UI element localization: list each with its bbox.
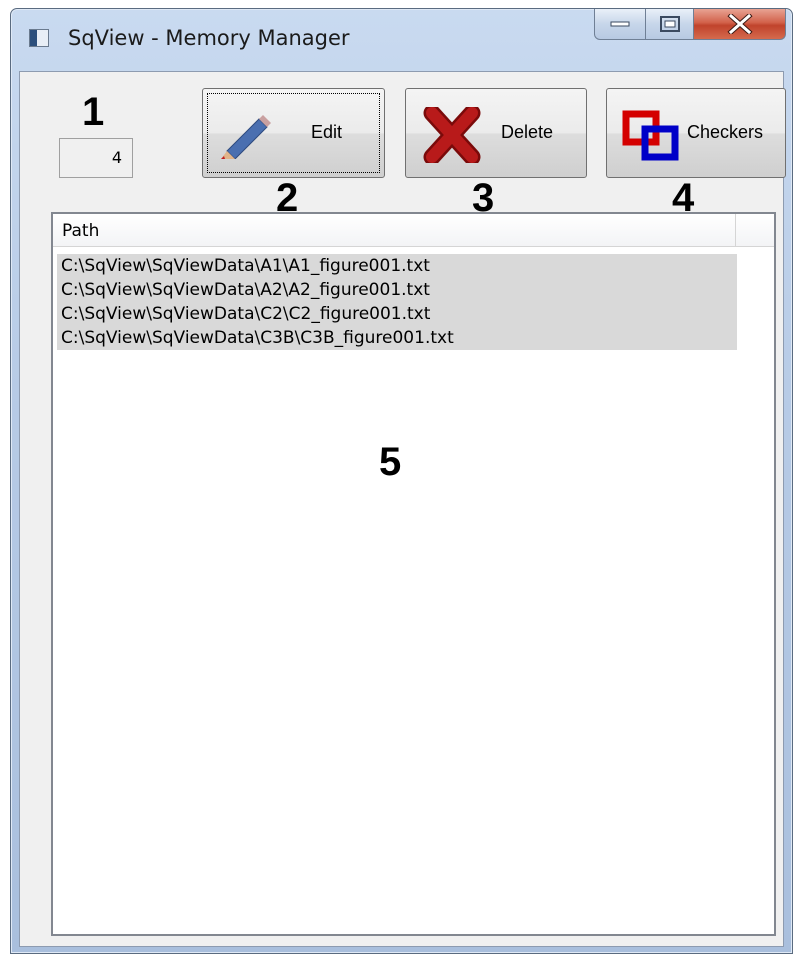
interlocked-squares-icon [622,110,679,161]
red-x-icon [423,107,481,163]
list-header: Path [53,214,774,247]
minimize-icon [610,21,630,27]
list-item[interactable]: C:\SqView\SqViewData\A2\A2_figure001.txt [57,278,737,302]
edit-button-label: Edit [311,122,343,142]
column-header-filler [736,214,774,246]
path-list[interactable]: Path C:\SqView\SqViewData\A1\A1_figure00… [51,212,776,936]
pencil-icon [221,115,271,159]
maximize-icon [659,16,680,32]
close-x-icon [726,14,753,34]
delete-button[interactable]: Delete [405,88,587,178]
close-button[interactable] [694,9,786,40]
delete-button-label: Delete [501,122,554,142]
checkers-button-label: Checkers [687,122,764,142]
callout-1: 1 [82,90,105,134]
caption-buttons [594,9,786,43]
edit-button[interactable]: Edit [202,88,385,178]
client-area: 1 4 Edit Delete Checkers 2 3 4 Path C:\S… [19,71,786,947]
list-item[interactable]: C:\SqView\SqViewData\A1\A1_figure001.txt [57,254,737,278]
app-window-icon[interactable] [29,29,49,47]
minimize-button[interactable] [594,9,646,40]
memory-manager-window: SqView - Memory Manager 1 4 Edit Delete … [10,8,793,954]
window-title: SqView - Memory Manager [68,26,350,50]
list-item[interactable]: C:\SqView\SqViewData\C3B\C3B_figure001.t… [57,326,737,350]
checkers-button[interactable]: Checkers [606,88,786,178]
list-item[interactable]: C:\SqView\SqViewData\C2\C2_figure001.txt [57,302,737,326]
list-rows: C:\SqView\SqViewData\A1\A1_figure001.txt… [57,254,737,350]
file-count-field[interactable]: 4 [59,138,133,178]
callout-5: 5 [379,440,402,484]
maximize-button[interactable] [646,9,694,40]
column-header-path[interactable]: Path [53,214,736,246]
title-bar[interactable]: SqView - Memory Manager [11,9,792,71]
